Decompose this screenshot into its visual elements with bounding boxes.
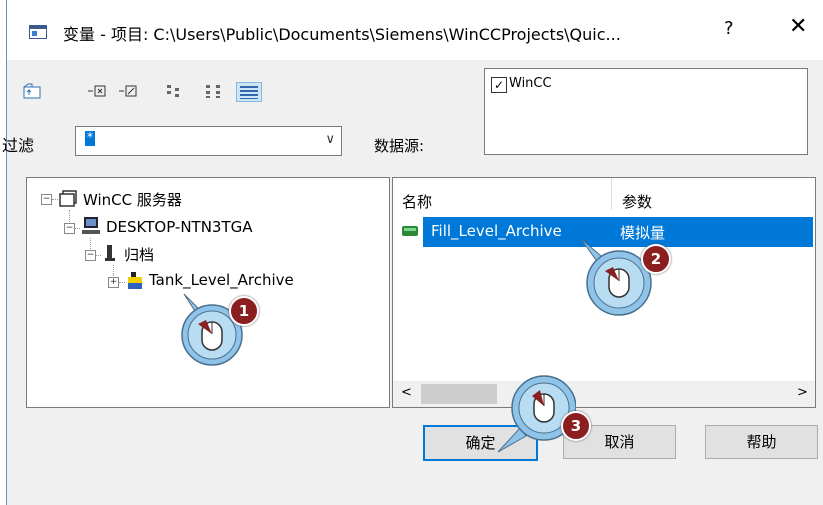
filter-combobox[interactable]: * ∨ bbox=[75, 126, 342, 156]
expand-toggle[interactable]: + bbox=[108, 277, 119, 288]
expand-icon[interactable] bbox=[86, 82, 108, 100]
scroll-thumb[interactable] bbox=[421, 384, 497, 404]
tree-item-archive[interactable]: 归档 bbox=[124, 244, 154, 265]
filter-label: 过滤 bbox=[2, 136, 35, 155]
column-separator[interactable] bbox=[611, 178, 612, 210]
collapse-toggle[interactable]: − bbox=[41, 194, 52, 205]
collapse-toggle[interactable]: − bbox=[64, 223, 75, 234]
collapse-toggle[interactable]: − bbox=[85, 250, 96, 261]
server-icon bbox=[58, 188, 78, 212]
collapse-icon[interactable] bbox=[117, 82, 139, 100]
folder-up-icon[interactable] bbox=[22, 82, 42, 100]
callout-badge-1: 1 bbox=[229, 296, 259, 326]
help-button[interactable]: 帮助 bbox=[705, 425, 818, 459]
computer-icon bbox=[80, 215, 102, 241]
data-source-item[interactable]: WinCC bbox=[509, 76, 552, 91]
help-title-button[interactable]: ? bbox=[724, 18, 734, 39]
archive-icon bbox=[103, 243, 117, 269]
window-icon bbox=[29, 25, 47, 39]
column-header-name[interactable]: 名称 bbox=[402, 191, 432, 212]
window-title: 变量 - 项目: C:\Users\Public\Documents\Sieme… bbox=[63, 25, 621, 44]
horizontal-scrollbar[interactable]: < > bbox=[393, 381, 815, 407]
data-source-label: 数据源: bbox=[374, 137, 425, 155]
tree-item-computer[interactable]: DESKTOP-NTN3TGA bbox=[106, 218, 253, 236]
chevron-down-icon[interactable]: ∨ bbox=[325, 132, 335, 147]
small-icon-view-icon[interactable] bbox=[204, 82, 230, 100]
archive-variable-icon bbox=[401, 224, 419, 242]
callout-badge-2: 2 bbox=[641, 244, 671, 274]
list-view-icon[interactable] bbox=[165, 82, 187, 100]
callout-badge-3: 3 bbox=[561, 411, 591, 441]
column-header-param[interactable]: 参数 bbox=[622, 191, 652, 212]
details-view-icon[interactable] bbox=[236, 82, 262, 102]
filter-value: * bbox=[85, 130, 95, 146]
close-button[interactable]: ✕ bbox=[789, 14, 807, 39]
scroll-right-icon[interactable]: > bbox=[797, 385, 808, 400]
window-edge bbox=[6, 0, 7, 505]
scroll-left-icon[interactable]: < bbox=[401, 385, 412, 400]
tank-archive-icon bbox=[125, 270, 145, 296]
tree-item-server[interactable]: WinCC 服务器 bbox=[83, 189, 182, 210]
title-bar: 变量 - 项目: C:\Users\Public\Documents\Sieme… bbox=[7, 0, 823, 60]
row-name: Fill_Level_Archive bbox=[431, 222, 562, 240]
data-source-list[interactable]: ✓ WinCC bbox=[484, 68, 808, 155]
tree-item-tank-level-archive[interactable]: Tank_Level_Archive bbox=[149, 271, 294, 289]
wincc-checkbox[interactable]: ✓ bbox=[491, 77, 507, 93]
